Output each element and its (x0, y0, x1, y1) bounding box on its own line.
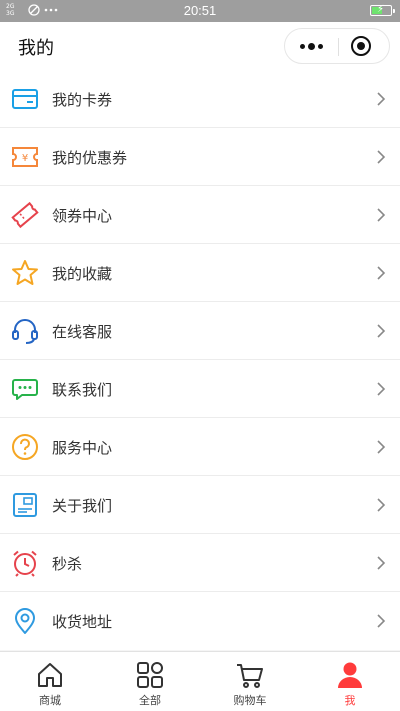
tab-mall[interactable]: 商城 (0, 652, 100, 711)
home-icon (38, 663, 62, 687)
tab-all[interactable]: 全部 (100, 652, 200, 711)
chevron-right-icon (377, 382, 386, 396)
menu-item-label: 服务中心 (52, 439, 113, 457)
menu-list: 我的卡券 ¥ 我的优惠券 领券中心 我的收藏 在线客服 联系我们 服务中心 关于… (0, 70, 400, 650)
menu-item-label: 我的卡券 (52, 91, 113, 109)
grid-icon (137, 662, 163, 688)
alarm-clock-icon (13, 550, 37, 577)
bottom-tab-bar: 商城 全部 购物车 我 (0, 651, 400, 711)
question-icon (12, 434, 38, 460)
menu-item-label: 领券中心 (52, 207, 113, 225)
cart-icon (237, 664, 263, 688)
chevron-right-icon (377, 208, 386, 222)
page-title: 我的 (18, 38, 54, 59)
menu-item-label: 关于我们 (52, 497, 113, 515)
chevron-right-icon (377, 324, 386, 338)
tab-me[interactable]: 我 (300, 652, 400, 711)
menu-item-label: 联系我们 (52, 381, 113, 399)
menu-item-contact-us[interactable]: 联系我们 (0, 360, 400, 418)
location-pin-icon (15, 608, 35, 634)
more-dot-icon (308, 42, 315, 50)
charging-bolt-icon: ⚡ (377, 4, 385, 15)
menu-item-my-cards[interactable]: 我的卡券 (0, 70, 400, 128)
chat-icon (12, 379, 38, 400)
tab-label: 全部 (139, 694, 161, 707)
menu-item-label: 在线客服 (52, 323, 113, 341)
capsule-divider (338, 38, 339, 56)
menu-item-flash-sale[interactable]: 秒杀 (0, 534, 400, 592)
chevron-right-icon (377, 150, 386, 164)
more-dot-icon (300, 43, 305, 49)
mini-program-capsule (284, 28, 390, 64)
headset-icon (12, 319, 38, 344)
chevron-right-icon (377, 440, 386, 454)
tab-label: 我 (344, 694, 356, 707)
menu-item-shipping-address[interactable]: 收货地址 (0, 592, 400, 650)
more-options-button[interactable] (285, 29, 338, 63)
more-dot-icon (318, 43, 323, 49)
menu-item-online-service[interactable]: 在线客服 (0, 302, 400, 360)
chevron-right-icon (377, 92, 386, 106)
nav-header: 我的 (0, 22, 400, 70)
status-bar: 2G 3G 20:51 ⚡ (0, 0, 400, 22)
battery-icon: ⚡ (370, 4, 395, 16)
tab-label: 购物车 (233, 694, 267, 707)
close-mini-program-button[interactable] (351, 36, 371, 56)
user-icon (338, 662, 362, 688)
chevron-right-icon (377, 498, 386, 512)
star-icon (12, 260, 38, 285)
menu-item-label: 秒杀 (52, 555, 83, 573)
info-card-icon (13, 493, 37, 517)
coupon-icon: ¥ (12, 147, 38, 167)
menu-item-about-us[interactable]: 关于我们 (0, 476, 400, 534)
status-time: 20:51 (183, 3, 217, 18)
menu-item-label: 我的优惠券 (52, 149, 128, 167)
menu-item-label: 我的收藏 (52, 265, 113, 283)
chevron-right-icon (377, 266, 386, 280)
tab-label: 商城 (39, 694, 61, 707)
svg-text:¥: ¥ (22, 153, 28, 164)
menu-item-favorites[interactable]: 我的收藏 (0, 244, 400, 302)
menu-item-label: 收货地址 (52, 613, 113, 631)
chevron-right-icon (377, 614, 386, 628)
ticket-icon (11, 201, 39, 229)
menu-item-service-center[interactable]: 服务中心 (0, 418, 400, 476)
menu-item-my-coupons[interactable]: ¥ 我的优惠券 (0, 128, 400, 186)
chevron-right-icon (377, 556, 386, 570)
tab-cart[interactable]: 购物车 (200, 652, 300, 711)
menu-item-coupon-center[interactable]: 领券中心 (0, 186, 400, 244)
card-icon (12, 89, 38, 109)
